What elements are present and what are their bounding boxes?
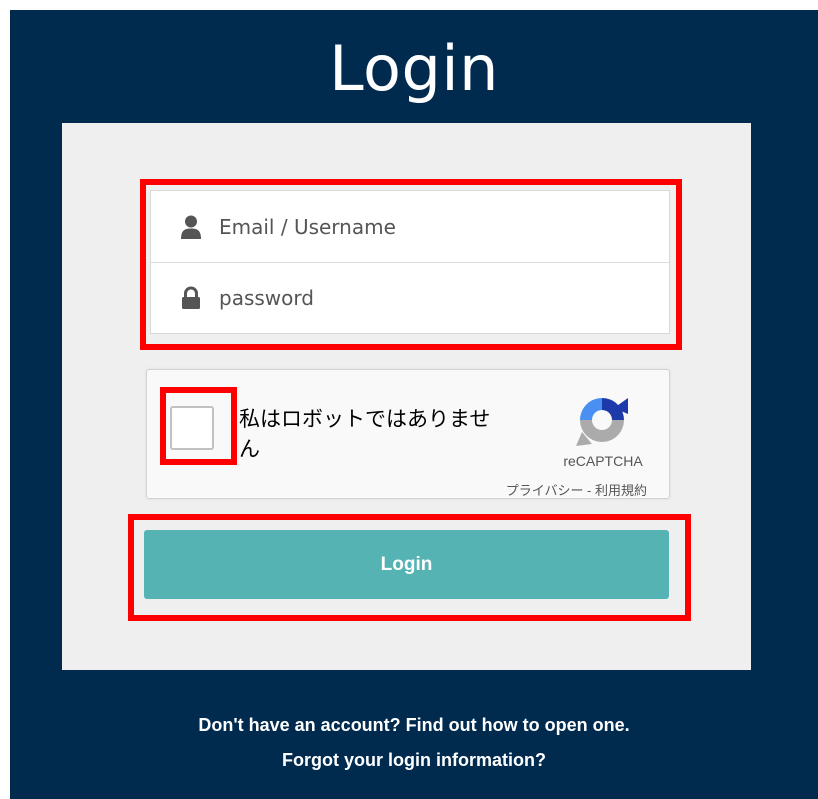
signup-link[interactable]: Don't have an account? Find out how to o… [10, 715, 818, 736]
captcha-label: 私はロボットではありません [239, 407, 491, 461]
login-panel: 私はロボットではありません reCAPTCHA プライバシー - 利用規約 Lo… [62, 123, 751, 670]
login-page: Login Email / Username 私はロボットではありません reC… [10, 10, 818, 799]
recaptcha-logo-icon [576, 398, 628, 446]
forgot-login-link[interactable]: Forgot your login information? [10, 750, 818, 771]
recaptcha-brand: reCAPTCHA [563, 453, 643, 469]
highlight-login-button [128, 514, 691, 621]
recaptcha-terms-link[interactable]: プライバシー - 利用規約 [506, 480, 647, 499]
highlight-captcha-checkbox [160, 387, 237, 465]
footer-links: Don't have an account? Find out how to o… [10, 715, 818, 771]
page-title: Login [329, 32, 499, 105]
highlight-credentials [140, 179, 682, 350]
